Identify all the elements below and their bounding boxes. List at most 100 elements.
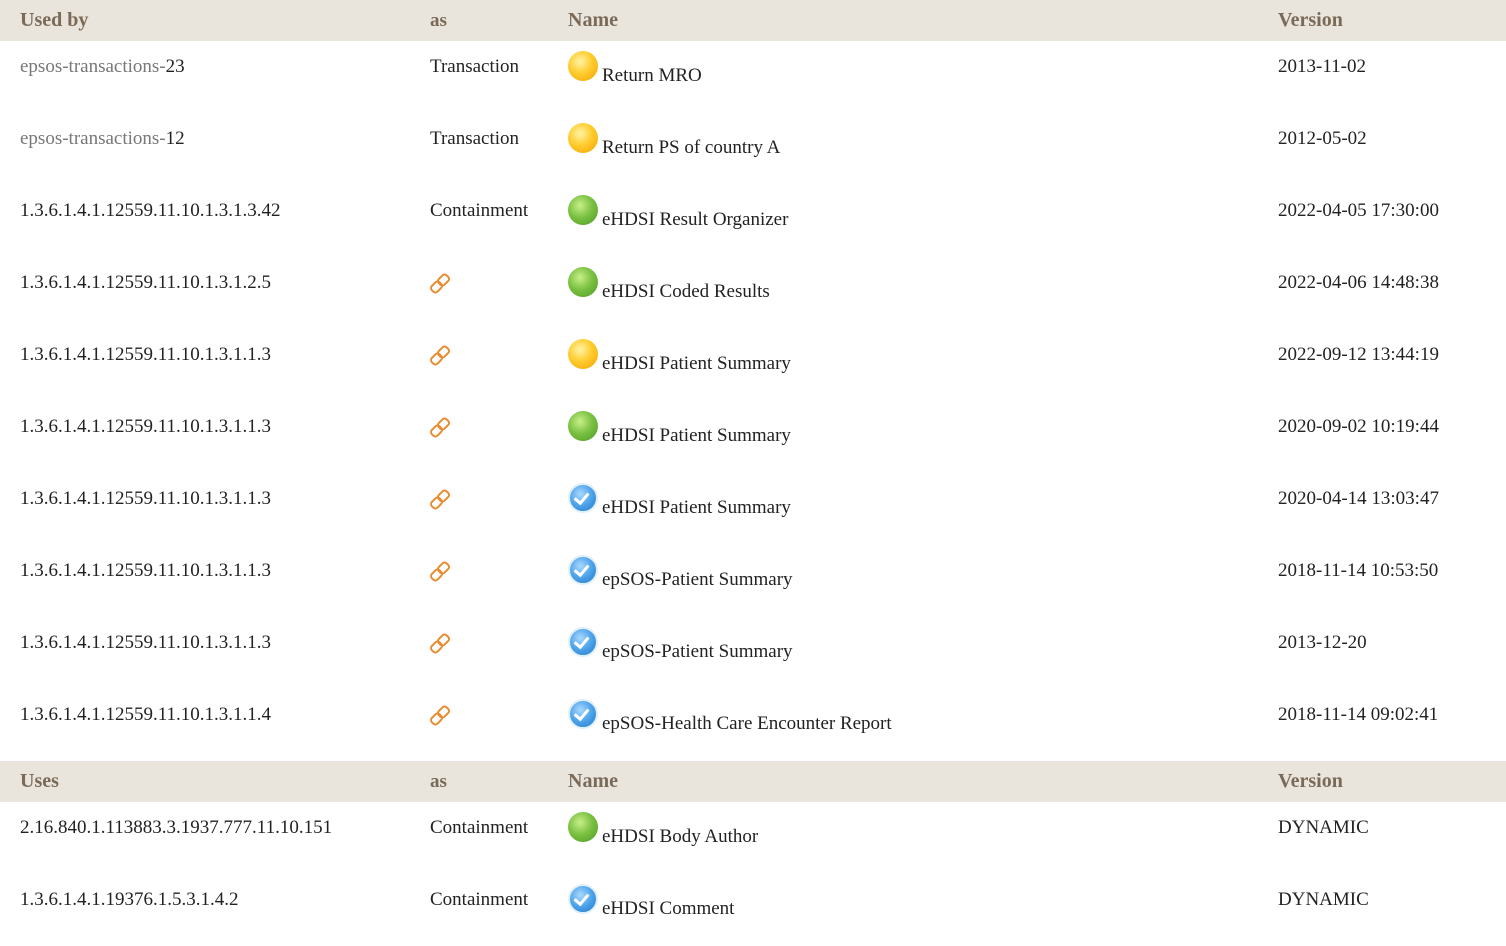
version-cell: 2022-04-06 14:48:38: [1278, 272, 1439, 293]
status-draft-icon: [568, 51, 598, 81]
used-by-cell: 1.3.6.1.4.1.12559.11.10.1.3.1.1.3: [20, 560, 272, 581]
as-cell: Containment: [430, 200, 529, 221]
as-header: as: [422, 0, 564, 41]
table-row: epsos-transactions-23 Transaction Return…: [0, 41, 1506, 113]
as-cell: Transaction: [430, 128, 520, 149]
item-name: Return MRO: [602, 65, 702, 86]
version-cell: 2022-04-05 17:30:00: [1278, 200, 1439, 221]
used-by-header-row: Used by as Name Version: [0, 0, 1506, 41]
table-row: 1.3.6.1.4.1.12559.11.10.1.3.1.1.3 epSOS-…: [0, 545, 1506, 617]
used-by-cell: 1.3.6.1.4.1.12559.11.10.1.3.1.1.3: [20, 416, 272, 437]
as-cell: [422, 473, 564, 545]
table-row: 1.3.6.1.4.1.12559.11.10.1.3.1.3.42 Conta…: [0, 185, 1506, 257]
name-cell: Return MRO: [564, 41, 1274, 113]
used-by-cell: 1.3.6.1.4.1.12559.11.10.1.3.1.2.5: [20, 272, 272, 293]
status-final-check-icon: [568, 699, 598, 729]
as-cell: Containment: [430, 889, 529, 910]
version-cell: 2020-09-02 10:19:44: [1278, 416, 1439, 437]
item-name: eHDSI Patient Summary: [602, 425, 791, 446]
table-row: 1.3.6.1.4.1.12559.11.10.1.3.1.2.5 eHDSI …: [0, 257, 1506, 329]
status-final-check-icon: [568, 884, 598, 914]
link-icon[interactable]: [428, 487, 452, 512]
as-header: as: [422, 761, 564, 802]
transaction-link-prefix[interactable]: epsos-transactions-: [20, 128, 166, 149]
used-by-cell: 1.3.6.1.4.1.12559.11.10.1.3.1.1.3: [20, 632, 272, 653]
link-icon[interactable]: [428, 559, 452, 584]
name-cell: eHDSI Patient Summary: [564, 401, 1274, 473]
link-icon[interactable]: [428, 415, 452, 440]
uses-header: Uses: [0, 761, 422, 802]
table-row: 1.3.6.1.4.1.12559.11.10.1.3.1.1.3 epSOS-…: [0, 617, 1506, 689]
as-cell: [422, 689, 564, 761]
used-by-cell: 1.3.6.1.4.1.12559.11.10.1.3.1.1.4: [20, 704, 272, 725]
name-cell: eHDSI Comment: [564, 874, 1274, 946]
status-active-icon: [568, 812, 598, 842]
version-cell: 2022-09-12 13:44:19: [1278, 344, 1439, 365]
status-draft-icon: [568, 123, 598, 153]
used-by-cell: 1.3.6.1.4.1.12559.11.10.1.3.1.1.3: [20, 344, 272, 365]
table-row: 1.3.6.1.4.1.12559.11.10.1.3.1.1.3 eHDSI …: [0, 473, 1506, 545]
name-cell: Return PS of country A: [564, 113, 1274, 185]
item-name: eHDSI Body Author: [602, 826, 759, 847]
name-cell: epSOS-Patient Summary: [564, 545, 1274, 617]
table-row: 2.16.840.1.113883.3.1937.777.11.10.151 C…: [0, 802, 1506, 874]
version-cell: 2013-12-20: [1278, 632, 1367, 653]
used-by-header: Used by: [0, 0, 422, 41]
status-active-icon: [568, 267, 598, 297]
transaction-link-number[interactable]: 12: [166, 128, 185, 149]
uses-cell: 1.3.6.1.4.1.19376.1.5.3.1.4.2: [20, 889, 239, 910]
version-header: Version: [1274, 0, 1506, 41]
version-cell: DYNAMIC: [1278, 817, 1369, 838]
link-icon[interactable]: [428, 271, 452, 296]
name-cell: eHDSI Patient Summary: [564, 473, 1274, 545]
version-cell: 2012-05-02: [1278, 128, 1367, 149]
as-cell: [422, 401, 564, 473]
version-header: Version: [1274, 761, 1506, 802]
name-header: Name: [564, 0, 1274, 41]
table-row: epsos-transactions-12 Transaction Return…: [0, 113, 1506, 185]
item-name: epSOS-Patient Summary: [602, 569, 793, 590]
status-final-check-icon: [568, 555, 598, 585]
as-cell: [422, 329, 564, 401]
item-name: epSOS-Health Care Encounter Report: [602, 713, 892, 734]
name-cell: eHDSI Body Author: [564, 802, 1274, 874]
table-row: 1.3.6.1.4.1.12559.11.10.1.3.1.1.3 eHDSI …: [0, 401, 1506, 473]
link-icon[interactable]: [428, 631, 452, 656]
used-by-cell[interactable]: epsos-transactions-12: [0, 113, 422, 185]
status-active-icon: [568, 411, 598, 441]
item-name: eHDSI Coded Results: [602, 281, 770, 302]
as-cell: [422, 545, 564, 617]
version-cell: DYNAMIC: [1278, 889, 1369, 910]
name-cell: eHDSI Result Organizer: [564, 185, 1274, 257]
used-by-cell[interactable]: epsos-transactions-23: [0, 41, 422, 113]
status-final-check-icon: [568, 627, 598, 657]
transaction-link-prefix[interactable]: epsos-transactions-: [20, 56, 166, 77]
used-by-cell: 1.3.6.1.4.1.12559.11.10.1.3.1.1.3: [20, 488, 272, 509]
version-cell: 2020-04-14 13:03:47: [1278, 488, 1439, 509]
uses-header-row: Uses as Name Version: [0, 761, 1506, 802]
transaction-link-number[interactable]: 23: [166, 56, 185, 77]
item-name: eHDSI Comment: [602, 898, 735, 919]
as-cell: [422, 617, 564, 689]
item-name: Return PS of country A: [602, 137, 781, 158]
name-cell: epSOS-Health Care Encounter Report: [564, 689, 1274, 761]
name-cell: eHDSI Coded Results: [564, 257, 1274, 329]
as-cell: [422, 257, 564, 329]
version-cell: 2018-11-14 10:53:50: [1278, 560, 1439, 581]
as-cell: Containment: [430, 817, 529, 838]
item-name: eHDSI Patient Summary: [602, 353, 791, 374]
table-row: 1.3.6.1.4.1.12559.11.10.1.3.1.1.4 epSOS-…: [0, 689, 1506, 761]
name-cell: epSOS-Patient Summary: [564, 617, 1274, 689]
name-header: Name: [564, 761, 1274, 802]
uses-cell: 2.16.840.1.113883.3.1937.777.11.10.151: [20, 817, 333, 838]
as-cell: Transaction: [430, 56, 520, 77]
version-cell: 2018-11-14 09:02:41: [1278, 704, 1439, 725]
relationships-table: Used by as Name Version epsos-transactio…: [0, 0, 1506, 946]
status-final-check-icon: [568, 483, 598, 513]
table-row: 1.3.6.1.4.1.12559.11.10.1.3.1.1.3 eHDSI …: [0, 329, 1506, 401]
link-icon[interactable]: [428, 343, 452, 368]
link-icon[interactable]: [428, 703, 452, 728]
used-by-cell: 1.3.6.1.4.1.12559.11.10.1.3.1.3.42: [20, 200, 281, 221]
version-cell: 2013-11-02: [1278, 56, 1366, 77]
item-name: eHDSI Result Organizer: [602, 209, 789, 230]
